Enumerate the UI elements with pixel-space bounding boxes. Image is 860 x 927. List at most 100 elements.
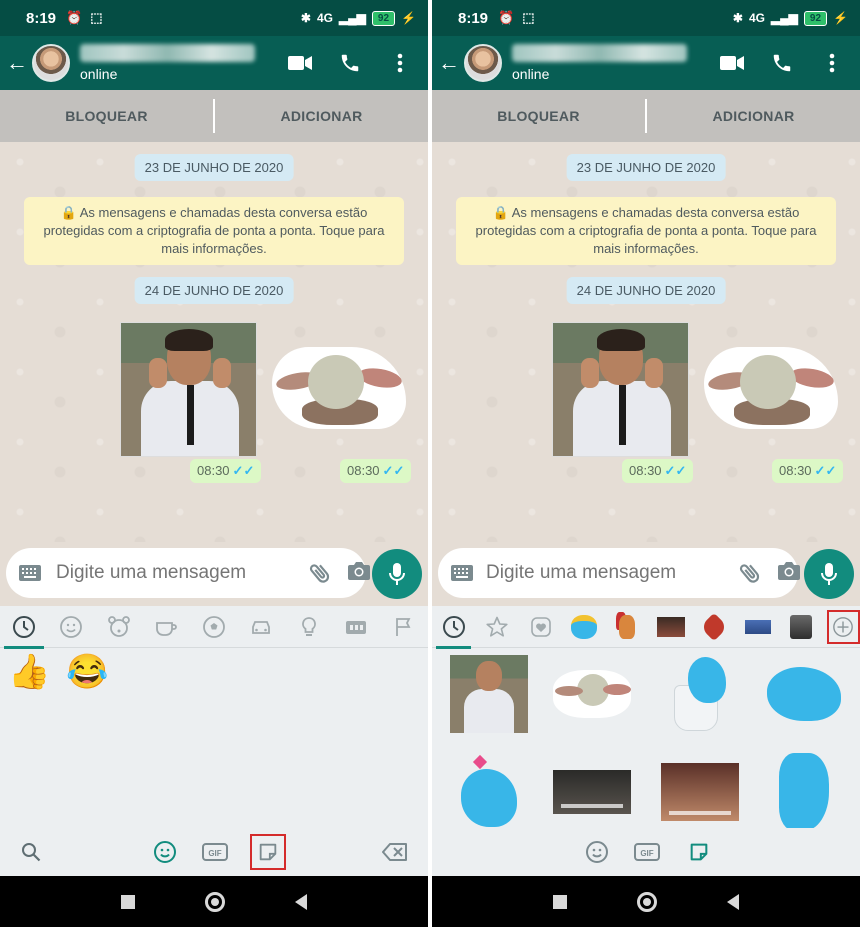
encryption-notice[interactable]: 🔒 As mensagens e chamadas desta conversa… [24, 197, 404, 265]
sticker-panel: GIF [432, 606, 860, 876]
tab-symbols-icon[interactable] [333, 606, 381, 648]
sticker-movie-still-1[interactable] [552, 752, 632, 832]
paperclip-icon[interactable] [307, 560, 333, 586]
emoji-tab-icon[interactable] [582, 837, 612, 867]
avatar[interactable] [464, 44, 502, 82]
sticker-message-baby-yoda[interactable] [272, 347, 406, 429]
sticker-pack-thumb-photo[interactable] [779, 606, 822, 648]
signal-icon: ▂▄▆ [338, 11, 366, 25]
sticker-bottom-bar: GIF [432, 828, 860, 876]
tab-recent-clock-icon[interactable] [0, 606, 48, 649]
block-button[interactable]: BLOQUEAR [0, 108, 213, 124]
tab-car-icon[interactable] [238, 606, 286, 648]
phone-right: 8:19 ⏰ ⬚ ✱ 4G ▂▄▆ 92 ⚡ ← online BLOQUEAR… [432, 0, 860, 927]
read-ticks-icon: ✓✓ [664, 463, 687, 478]
read-ticks-icon: ✓✓ [382, 463, 405, 478]
sticker-blue-cat-heart[interactable] [449, 752, 529, 832]
tab-animal-icon[interactable] [95, 606, 143, 648]
tab-soccer-icon[interactable] [190, 606, 238, 648]
sticker-pack-thumb-movie[interactable] [649, 606, 692, 648]
recents-nav-icon[interactable] [553, 894, 567, 909]
sticker-tab-icon[interactable] [250, 834, 286, 870]
tab-favorites-star-icon[interactable] [475, 606, 518, 648]
microphone-icon [821, 563, 837, 585]
gif-tab-icon[interactable]: GIF [632, 837, 662, 867]
android-nav-bar [432, 876, 860, 927]
sticker-blue-cat-lying[interactable] [764, 654, 844, 734]
emoji-thumbs-up[interactable]: 👍 [8, 652, 50, 692]
unknown-contact-bar: BLOQUEAR ADICIONAR [432, 90, 860, 142]
avatar[interactable] [32, 44, 70, 82]
sticker-message-photo[interactable] [120, 322, 257, 457]
alarm-off-icon: ⏰ [498, 10, 515, 25]
message-input-box[interactable] [438, 548, 801, 598]
add-sticker-pack-icon[interactable] [826, 609, 860, 644]
recents-nav-icon[interactable] [121, 894, 135, 909]
camera-icon[interactable] [347, 560, 371, 586]
sticker-message-baby-yoda[interactable] [704, 347, 838, 429]
sticker-movie-still-2[interactable] [660, 752, 740, 832]
tab-food-icon[interactable] [143, 606, 191, 648]
menu-dots-icon[interactable] [388, 51, 412, 75]
back-nav-icon[interactable] [727, 893, 739, 910]
signal-label: 4G [748, 11, 765, 25]
add-contact-button[interactable]: ADICIONAR [647, 108, 860, 124]
date-pill: 24 DE JUNHO DE 2020 [134, 277, 294, 304]
gif-tab-icon[interactable]: GIF [200, 837, 230, 867]
home-nav-icon[interactable] [205, 891, 225, 912]
back-arrow-icon[interactable]: ← [2, 50, 32, 76]
bluetooth-icon: ✱ [732, 11, 743, 25]
tab-lightbulb-icon[interactable] [285, 606, 333, 648]
search-icon[interactable] [16, 837, 46, 867]
contact-info[interactable]: online [80, 44, 255, 82]
tab-flag-icon[interactable] [380, 606, 428, 648]
emoji-tab-icon[interactable] [150, 837, 180, 867]
message-time: 08:30 ✓✓ [340, 459, 412, 483]
tab-recent-clock-icon[interactable] [432, 606, 475, 649]
video-call-icon[interactable] [288, 51, 312, 75]
charging-icon: ⚡ [401, 11, 416, 25]
emoji-bottom-bar: GIF [0, 828, 428, 876]
paperclip-icon[interactable] [737, 560, 763, 586]
gif-label: GIF [640, 849, 653, 858]
usb-icon: ⬚ [522, 10, 535, 25]
voice-call-icon[interactable] [770, 51, 794, 75]
battery-indicator: 92 [803, 10, 828, 26]
keyboard-icon[interactable] [450, 564, 474, 582]
back-nav-icon[interactable] [295, 893, 307, 910]
backspace-icon[interactable] [380, 837, 410, 867]
alarm-off-icon: ⏰ [66, 10, 83, 25]
camera-icon[interactable] [777, 560, 801, 586]
sticker-grid [432, 652, 860, 832]
encryption-notice[interactable]: 🔒 As mensagens e chamadas desta conversa… [456, 197, 836, 265]
sticker-blue-figure[interactable] [764, 752, 844, 832]
sticker-pack-tabs [432, 606, 860, 649]
back-arrow-icon[interactable]: ← [434, 50, 464, 76]
tab-heart-pack-icon[interactable] [519, 606, 562, 648]
add-contact-button[interactable]: ADICIONAR [215, 108, 428, 124]
sticker-pack-thumb-text[interactable] [736, 606, 779, 648]
contact-info[interactable]: online [512, 44, 687, 82]
sticker-pack-thumb-dog[interactable] [606, 606, 649, 648]
sticker-blue-cat-toilet[interactable] [660, 654, 740, 734]
sticker-tab-icon[interactable] [684, 837, 714, 867]
block-button[interactable]: BLOQUEAR [432, 108, 645, 124]
sticker-photo-man[interactable] [449, 654, 529, 734]
video-call-icon[interactable] [720, 51, 744, 75]
voice-call-icon[interactable] [338, 51, 362, 75]
keyboard-icon[interactable] [18, 564, 42, 582]
sticker-pack-thumb-heart[interactable] [693, 606, 736, 648]
message-input[interactable] [56, 562, 301, 584]
sticker-message-photo[interactable] [552, 322, 689, 457]
microphone-button[interactable] [804, 549, 854, 599]
message-input[interactable] [486, 562, 731, 584]
date-pill: 24 DE JUNHO DE 2020 [566, 277, 726, 304]
sticker-pack-thumb-blue[interactable] [562, 606, 605, 648]
menu-dots-icon[interactable] [820, 51, 844, 75]
tab-smiley-icon[interactable] [48, 606, 96, 648]
emoji-tears-of-joy[interactable]: 😂 [66, 652, 108, 692]
home-nav-icon[interactable] [637, 891, 657, 912]
microphone-button[interactable] [372, 549, 422, 599]
sticker-baby-yoda[interactable] [552, 654, 632, 734]
message-input-box[interactable] [6, 548, 370, 598]
